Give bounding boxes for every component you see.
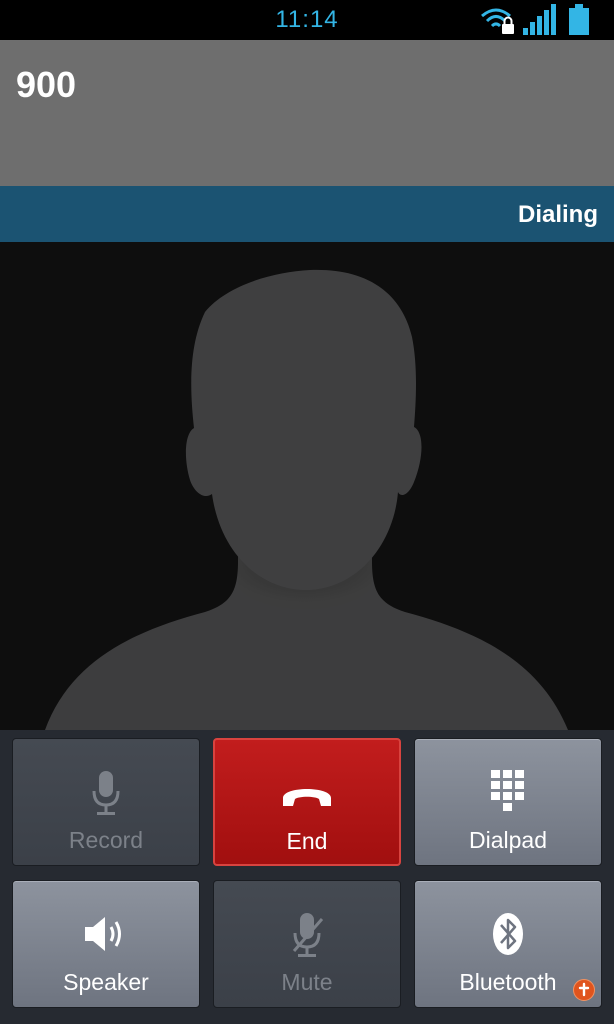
call-status: Dialing	[517, 201, 598, 228]
contact-photo	[0, 242, 614, 730]
mute-icon	[292, 913, 324, 957]
speaker-label: Speaker	[63, 969, 149, 995]
caller-number: 900	[16, 64, 77, 105]
speaker-icon	[85, 917, 121, 951]
caller-info: 900	[0, 40, 614, 186]
end-label: End	[286, 828, 328, 854]
dialpad-button[interactable]: Dialpad	[414, 738, 602, 866]
record-label: Record	[68, 827, 144, 853]
call-controls: Record End Dialpad Speaker Mute Bluetoot…	[0, 730, 614, 1024]
bluetooth-icon	[493, 913, 523, 955]
microphone-icon	[92, 771, 120, 815]
speaker-button[interactable]: Speaker	[12, 880, 200, 1008]
call-status-bar: Dialing	[0, 186, 614, 242]
default-avatar-icon	[45, 269, 568, 730]
mute-label: Mute	[281, 969, 333, 995]
battery-icon	[569, 4, 589, 35]
notification-badge-icon	[573, 979, 595, 1001]
mute-button[interactable]: Mute	[213, 880, 401, 1008]
signal-icon	[523, 4, 556, 35]
dialpad-label: Dialpad	[469, 827, 547, 853]
bluetooth-button[interactable]: Bluetooth	[414, 880, 602, 1008]
end-call-icon	[283, 789, 331, 806]
dialpad-icon	[491, 770, 524, 811]
wifi-lock-icon	[481, 8, 514, 34]
record-button[interactable]: Record	[12, 738, 200, 866]
end-call-button[interactable]: End	[213, 738, 401, 866]
status-bar: 11:14	[0, 0, 614, 40]
